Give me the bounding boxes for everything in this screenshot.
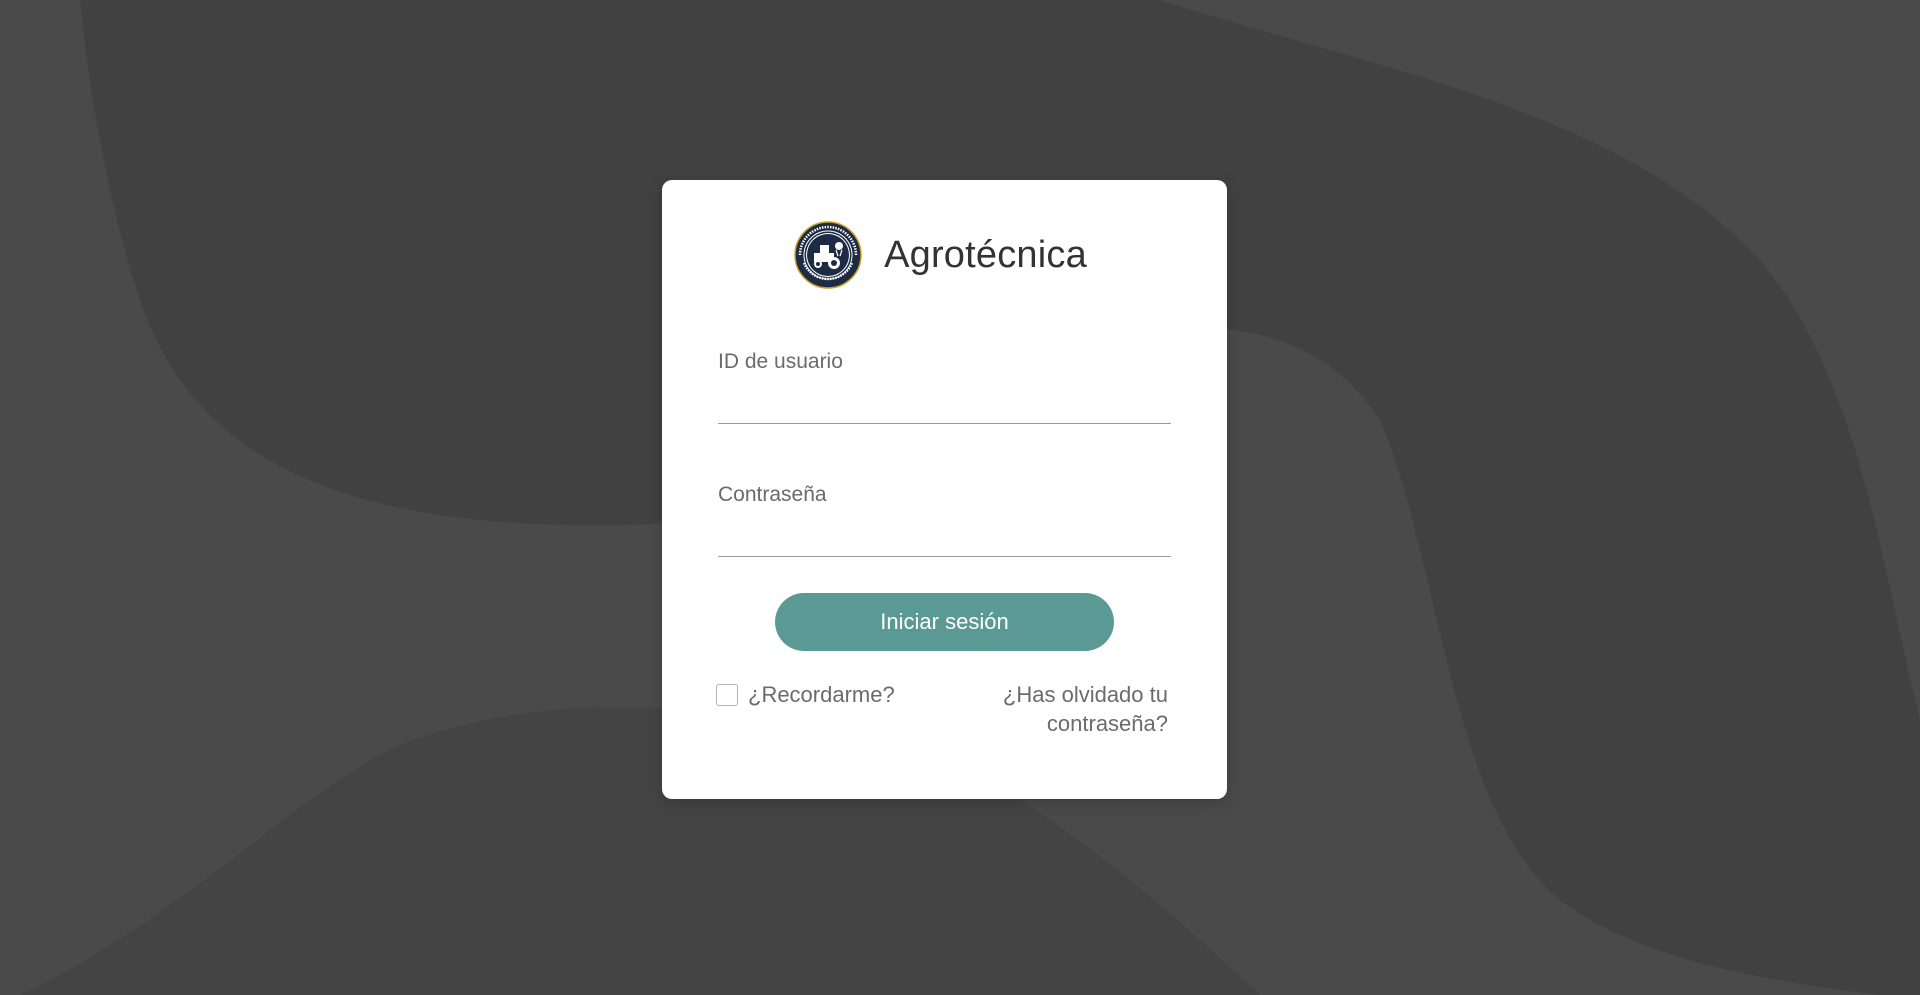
login-card: Agrotécnica ID de usuario Contraseña Ini… (662, 180, 1227, 799)
school-seal-logo (793, 220, 864, 290)
password-label: Contraseña (718, 483, 827, 506)
password-input[interactable] (718, 516, 1171, 557)
user-id-label: ID de usuario (718, 350, 843, 373)
login-button[interactable]: Iniciar sesión (775, 593, 1114, 651)
remember-checkbox[interactable] (716, 684, 738, 706)
forgot-password-link[interactable]: ¿Has olvidado tu contraseña? (948, 680, 1168, 738)
user-id-input[interactable] (718, 383, 1171, 424)
brand-name: Agrotécnica (884, 233, 1087, 276)
remember-me: ¿Recordarme? (716, 681, 895, 709)
brand-header: Agrotécnica (662, 218, 1227, 292)
password-field-group: Contraseña (718, 480, 1171, 557)
remember-label[interactable]: ¿Recordarme? (748, 681, 895, 709)
user-id-field-group: ID de usuario (718, 347, 1171, 424)
